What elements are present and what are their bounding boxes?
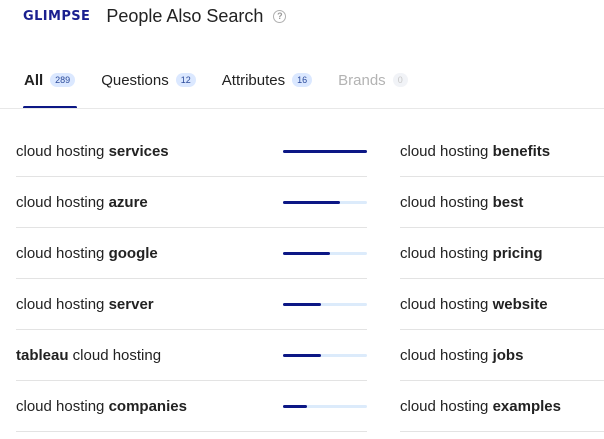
search-result-row[interactable]: cloud hosting examples	[400, 381, 604, 432]
popularity-bar	[283, 251, 367, 255]
phrase-prefix: cloud hosting	[16, 397, 109, 415]
search-result-row[interactable]: tableau cloud hosting	[16, 330, 367, 381]
popularity-bar	[283, 149, 367, 153]
phrase-keyword: jobs	[492, 346, 524, 364]
popularity-bar-fill	[283, 149, 367, 153]
phrase-prefix: cloud hosting	[400, 295, 493, 313]
tab-bar: All 289 Questions 12 Attributes 16 Brand…	[23, 66, 434, 109]
phrase-prefix: cloud hosting	[400, 346, 493, 364]
popularity-bar	[283, 302, 367, 306]
tab-brands[interactable]: Brands 0	[338, 66, 408, 94]
search-phrase: cloud hosting services	[16, 143, 169, 160]
glimpse-logo: GLIMPSE	[23, 8, 91, 24]
search-result-row[interactable]: cloud hosting companies	[16, 381, 367, 432]
phrase-prefix: cloud hosting	[400, 397, 493, 415]
popularity-bar	[283, 404, 367, 408]
phrase-prefix: cloud hosting	[400, 193, 493, 211]
results-column-left: cloud hosting services cloud hosting azur…	[16, 126, 367, 432]
tab-count-badge: 289	[50, 73, 76, 87]
phrase-prefix: cloud hosting	[400, 142, 493, 160]
phrase-keyword: pricing	[492, 244, 543, 262]
phrase-prefix: cloud hosting	[16, 142, 109, 160]
phrase-keyword: benefits	[492, 142, 551, 160]
phrase-keyword: best	[492, 193, 524, 211]
phrase-keyword: tableau	[16, 346, 69, 364]
popularity-bar-fill	[283, 302, 321, 306]
search-result-row[interactable]: cloud hosting best	[400, 177, 604, 228]
search-phrase: cloud hosting benefits	[400, 143, 550, 160]
tab-count-badge: 16	[292, 73, 313, 87]
tab-count-badge: 0	[392, 73, 408, 87]
page-title: People Also Search	[106, 5, 264, 26]
search-phrase: cloud hosting best	[400, 194, 523, 211]
phrase-prefix: cloud hosting	[16, 244, 109, 262]
popularity-bar-fill	[283, 404, 308, 408]
phrase-keyword: website	[492, 295, 548, 313]
phrase-prefix: cloud hosting	[16, 295, 109, 313]
search-phrase: tableau cloud hosting	[16, 347, 161, 364]
tab-label: Brands	[338, 71, 386, 89]
question-circle-icon[interactable]: ?	[273, 9, 287, 23]
search-result-row[interactable]: cloud hosting server	[16, 279, 367, 330]
popularity-bar-fill	[283, 200, 341, 204]
tab-attributes[interactable]: Attributes 16	[221, 66, 313, 94]
search-result-row[interactable]: cloud hosting google	[16, 228, 367, 279]
search-phrase: cloud hosting jobs	[400, 347, 523, 364]
phrase-keyword: server	[108, 295, 154, 313]
popularity-bar	[283, 200, 367, 204]
popularity-bar-fill	[283, 251, 331, 255]
search-result-row[interactable]: cloud hosting pricing	[400, 228, 604, 279]
results-column-right: cloud hosting benefits cloud hosting best…	[400, 126, 604, 432]
tab-questions[interactable]: Questions 12	[101, 66, 196, 94]
search-phrase: cloud hosting pricing	[400, 245, 543, 262]
header: GLIMPSE People Also Search ?	[23, 2, 287, 30]
tab-all[interactable]: All 289	[23, 66, 78, 109]
search-phrase: cloud hosting google	[16, 245, 158, 262]
popularity-bar	[283, 353, 367, 357]
tabs-divider	[0, 108, 604, 109]
search-result-row[interactable]: cloud hosting benefits	[400, 126, 604, 177]
search-result-row[interactable]: cloud hosting website	[400, 279, 604, 330]
search-result-row[interactable]: cloud hosting jobs	[400, 330, 604, 381]
search-result-row[interactable]: cloud hosting azure	[16, 177, 367, 228]
phrase-prefix: cloud hosting	[400, 244, 493, 262]
search-result-row[interactable]: cloud hosting services	[16, 126, 367, 177]
phrase-suffix: cloud hosting	[68, 346, 162, 364]
phrase-keyword: azure	[108, 193, 148, 211]
search-phrase: cloud hosting azure	[16, 194, 148, 211]
phrase-keyword: services	[108, 142, 169, 160]
tab-label: Questions	[101, 71, 169, 89]
search-phrase: cloud hosting companies	[16, 398, 187, 415]
search-phrase: cloud hosting examples	[400, 398, 561, 415]
tab-label: Attributes	[221, 71, 286, 89]
phrase-prefix: cloud hosting	[16, 193, 109, 211]
popularity-bar-fill	[283, 353, 321, 357]
phrase-keyword: companies	[108, 397, 187, 415]
phrase-keyword: examples	[492, 397, 561, 415]
search-phrase: cloud hosting website	[400, 296, 548, 313]
tab-count-badge: 12	[175, 73, 196, 87]
phrase-keyword: google	[108, 244, 158, 262]
search-phrase: cloud hosting server	[16, 296, 154, 313]
tab-label: All	[24, 71, 44, 89]
